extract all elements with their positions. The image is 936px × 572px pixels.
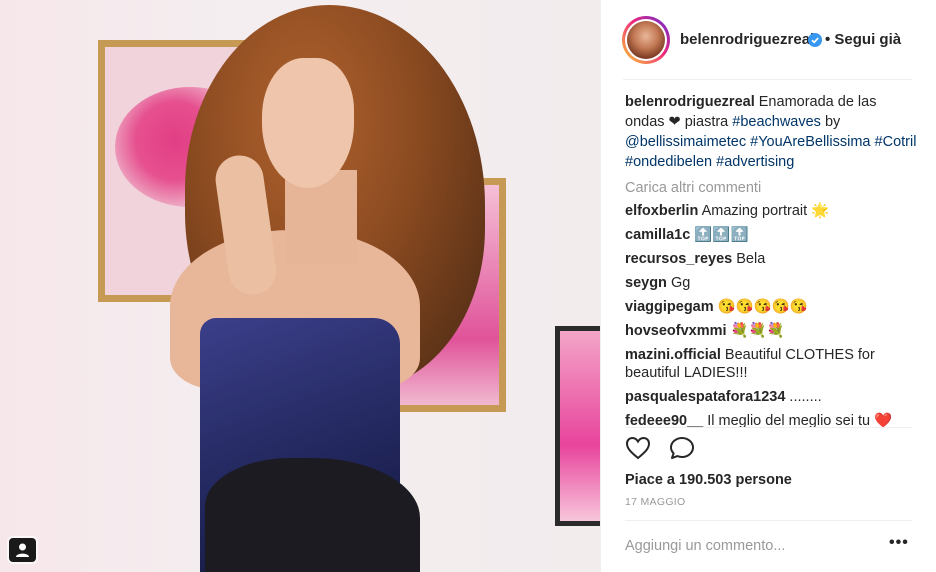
hashtag-cotril[interactable]: #Cotril [875, 134, 917, 150]
comments-list: belenrodriguezreal Enamorada de las onda… [625, 92, 917, 436]
comment-username[interactable]: elfoxberlin [625, 203, 698, 219]
comment: seygn Gg [625, 275, 691, 291]
caption-username[interactable]: belenrodriguezreal [625, 94, 755, 110]
mention-link[interactable]: @bellissimaimetec [625, 134, 746, 150]
likes-count[interactable]: Piace a 190.503 persone [625, 472, 792, 488]
post-date[interactable]: 17 MAGGIO [625, 496, 685, 508]
follow-status-button[interactable]: • Segui già [825, 31, 901, 48]
add-comment-input[interactable] [625, 535, 855, 557]
caption: belenrodriguezreal Enamorada de las onda… [625, 94, 917, 170]
comment-username[interactable]: seygn [625, 275, 667, 291]
comment-username[interactable]: pasqualespatafora1234 [625, 389, 785, 405]
comment-username[interactable]: recursos_reyes [625, 251, 732, 267]
action-bar [625, 436, 709, 464]
comment: mazini.official Beautiful CLOTHES for be… [625, 347, 875, 381]
post-photo[interactable] [0, 0, 600, 572]
speech-bubble-icon[interactable] [669, 436, 695, 465]
avatar[interactable] [622, 16, 670, 64]
comment: recursos_reyes Bela [625, 251, 766, 267]
comment-username[interactable]: camilla1c [625, 227, 690, 243]
hashtag-beachwaves[interactable]: #beachwaves [732, 114, 821, 130]
comment-username[interactable]: hovseofvxmmi [625, 323, 727, 339]
comment-username[interactable]: mazini.official [625, 347, 721, 363]
picture-frame-black [555, 326, 600, 526]
more-options-button[interactable]: ••• [889, 534, 909, 552]
load-more-comments-link[interactable]: Carica altri commenti [625, 180, 917, 196]
comment: hovseofvxmmi 💐💐💐 [625, 323, 785, 339]
tagged-user-icon[interactable] [9, 538, 36, 562]
comment-username[interactable]: viaggipegam [625, 299, 714, 315]
divider [625, 427, 912, 428]
black-skirt [205, 458, 420, 572]
post-header: belenrodriguezreal • Segui già [601, 0, 936, 80]
divider [625, 520, 912, 521]
heart-outline-icon[interactable] [625, 436, 651, 465]
header-username[interactable]: belenrodriguezreal [680, 31, 814, 48]
comment: camilla1c 🔝🔝🔝 [625, 227, 749, 243]
hashtag-ondedibelen[interactable]: #ondedibelen [625, 154, 712, 170]
hashtag-advertising[interactable]: #advertising [716, 154, 794, 170]
verified-badge-icon [808, 33, 822, 47]
hashtag-youarebellissima[interactable]: #YouAreBellissima [750, 134, 870, 150]
comment: viaggipegam 😘😘😘😘😘 [625, 299, 808, 315]
post-sidebar: belenrodriguezreal • Segui già belenrodr… [600, 0, 936, 572]
comment: elfoxberlin Amazing portrait 🌟 [625, 203, 830, 219]
face [262, 58, 354, 188]
comment: pasqualespatafora1234 ........ [625, 389, 822, 405]
